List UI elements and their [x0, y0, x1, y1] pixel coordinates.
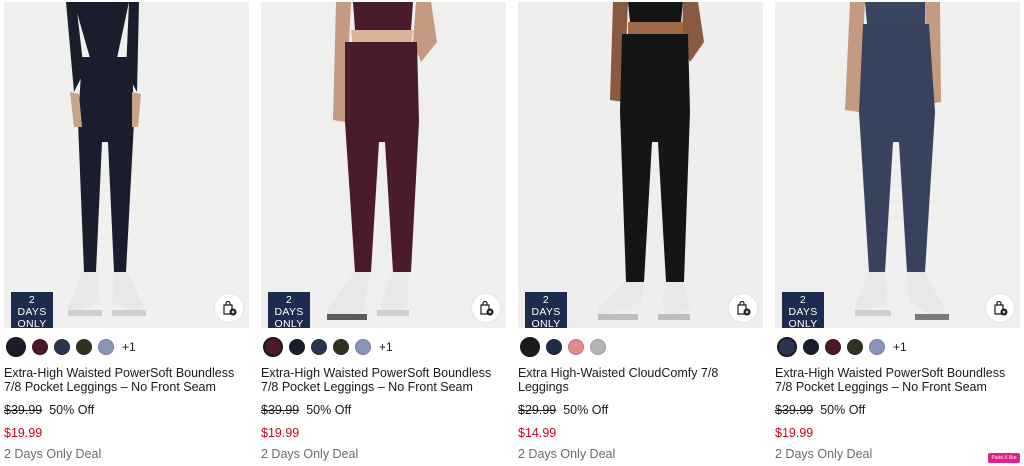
product-title[interactable]: Extra-High Waisted PowerSoft Boundless 7… — [775, 366, 1020, 394]
shopping-bag-plus-icon — [737, 300, 751, 316]
corner-tag[interactable]: Paint X like — [988, 453, 1020, 463]
product-image[interactable]: 2 DAYS ONLY — [261, 2, 506, 328]
color-swatches: +1 — [261, 336, 506, 358]
original-price: $29.99 — [518, 403, 557, 417]
discount-label: 50% Off — [820, 403, 866, 417]
color-swatch[interactable] — [263, 337, 283, 357]
color-swatch[interactable] — [825, 339, 841, 355]
shopping-bag-plus-icon — [994, 300, 1008, 316]
color-swatch[interactable] — [520, 337, 540, 357]
color-swatch[interactable] — [32, 339, 48, 355]
product-card[interactable]: 2 DAYS ONLY +1 Extra-High Waisted PowerS… — [4, 2, 249, 461]
color-swatch[interactable] — [76, 339, 92, 355]
color-swatches — [518, 336, 763, 358]
product-title[interactable]: Extra High-Waisted CloudComfy 7/8 Leggin… — [518, 366, 763, 394]
quick-add-button[interactable] — [729, 294, 757, 322]
color-swatch[interactable] — [289, 339, 305, 355]
product-photo — [4, 2, 249, 328]
product-card[interactable]: 2 DAYS ONLY Extra High-Waisted CloudComf… — [518, 2, 763, 461]
color-swatch[interactable] — [98, 339, 114, 355]
sale-price: $14.99 — [518, 426, 557, 440]
price-row: $29.99 50% Off — [518, 403, 763, 417]
deal-badge: 2 DAYS ONLY — [525, 292, 567, 328]
sale-price: $19.99 — [775, 426, 814, 440]
color-swatch[interactable] — [869, 339, 885, 355]
color-swatch[interactable] — [54, 339, 70, 355]
more-colors-count[interactable]: +1 — [379, 340, 393, 354]
color-swatch[interactable] — [590, 339, 606, 355]
quick-add-button[interactable] — [472, 294, 500, 322]
color-swatch[interactable] — [6, 337, 26, 357]
sale-price: $19.99 — [261, 426, 300, 440]
product-image[interactable]: 2 DAYS ONLY — [775, 2, 1020, 328]
discount-label: 50% Off — [563, 403, 609, 417]
quick-add-button[interactable] — [215, 294, 243, 322]
deal-label: 2 Days Only Deal — [4, 447, 102, 461]
price-row: $39.99 50% Off — [775, 403, 1020, 417]
deal-label: 2 Days Only Deal — [775, 447, 873, 461]
color-swatches: +1 — [4, 336, 249, 358]
product-title[interactable]: Extra-High Waisted PowerSoft Boundless 7… — [261, 366, 506, 394]
product-title[interactable]: Extra-High Waisted PowerSoft Boundless 7… — [4, 366, 249, 394]
original-price: $39.99 — [4, 403, 43, 417]
color-swatch[interactable] — [803, 339, 819, 355]
color-swatch[interactable] — [333, 339, 349, 355]
color-swatch[interactable] — [568, 339, 584, 355]
deal-badge: 2 DAYS ONLY — [782, 292, 824, 328]
color-swatch[interactable] — [311, 339, 327, 355]
deal-label: 2 Days Only Deal — [518, 447, 616, 461]
discount-label: 50% Off — [306, 403, 352, 417]
price-row: $39.99 50% Off — [4, 403, 249, 417]
product-grid: 2 DAYS ONLY +1 Extra-High Waisted PowerS… — [4, 2, 1020, 461]
discount-label: 50% Off — [49, 403, 95, 417]
deal-badge: 2 DAYS ONLY — [268, 292, 310, 328]
color-swatch[interactable] — [777, 337, 797, 357]
color-swatch[interactable] — [546, 339, 562, 355]
product-image[interactable]: 2 DAYS ONLY — [4, 2, 249, 328]
shopping-bag-plus-icon — [480, 300, 494, 316]
color-swatches: +1 — [775, 336, 1020, 358]
product-card[interactable]: 2 DAYS ONLY +1 Extra-High Waisted PowerS… — [261, 2, 506, 461]
product-image[interactable]: 2 DAYS ONLY — [518, 2, 763, 328]
product-card[interactable]: 2 DAYS ONLY +1 Extra-High Waisted PowerS… — [775, 2, 1020, 461]
deal-badge: 2 DAYS ONLY — [11, 292, 53, 328]
shopping-bag-plus-icon — [223, 300, 237, 316]
product-photo — [518, 2, 763, 328]
product-photo — [775, 2, 1020, 328]
original-price: $39.99 — [775, 403, 814, 417]
price-row: $39.99 50% Off — [261, 403, 506, 417]
product-photo — [261, 2, 506, 328]
more-colors-count[interactable]: +1 — [122, 340, 136, 354]
sale-price: $19.99 — [4, 426, 43, 440]
deal-label: 2 Days Only Deal — [261, 447, 359, 461]
more-colors-count[interactable]: +1 — [893, 340, 907, 354]
original-price: $39.99 — [261, 403, 300, 417]
color-swatch[interactable] — [847, 339, 863, 355]
quick-add-button[interactable] — [986, 294, 1014, 322]
color-swatch[interactable] — [355, 339, 371, 355]
